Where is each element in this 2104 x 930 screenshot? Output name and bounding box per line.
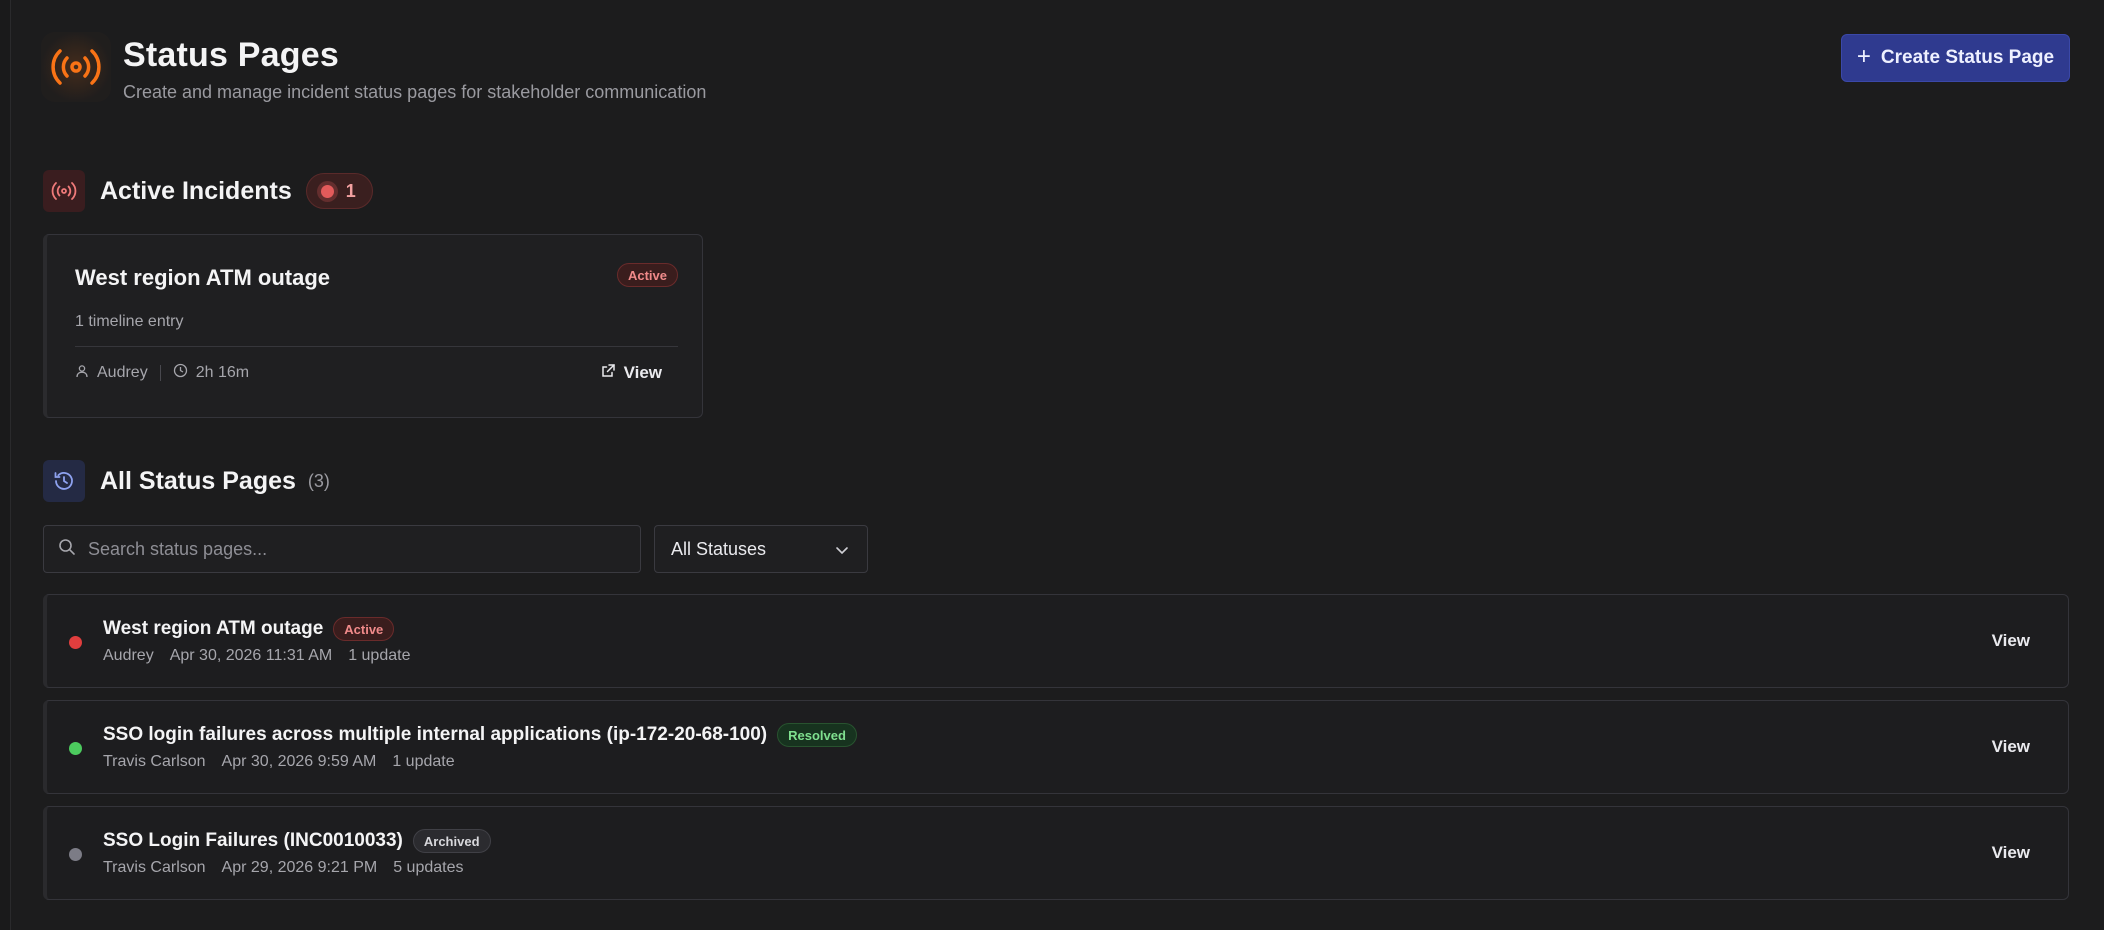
view-button[interactable]: View <box>1992 737 2030 757</box>
search-input[interactable] <box>88 538 608 560</box>
row-date: Apr 30, 2026 11:31 AM <box>169 647 333 664</box>
user-icon <box>75 364 89 383</box>
active-count: 1 <box>345 180 356 201</box>
page-subtitle: Create and manage incident status pages … <box>123 82 707 102</box>
status-badge: Active <box>333 617 395 641</box>
search-icon <box>58 538 76 561</box>
status-dot-icon <box>69 848 82 861</box>
row-owner: Travis Carlson <box>103 859 206 876</box>
status-page-row[interactable]: SSO login failures across multiple inter… <box>43 700 2069 794</box>
view-incident-link[interactable]: View <box>601 363 662 383</box>
status-dot-icon <box>69 636 82 649</box>
row-date: Apr 30, 2026 9:59 AM <box>221 753 377 770</box>
row-title-line: SSO login failures across multiple inter… <box>103 723 857 747</box>
status-dot-icon <box>69 742 82 755</box>
timeline-entries: 1 timeline entry <box>75 313 184 330</box>
status-page-row[interactable]: West region ATM outage Active Audrey Apr… <box>43 594 2069 688</box>
live-dot-icon <box>320 184 334 198</box>
active-incidents-heading: Active Incidents 1 <box>43 170 373 212</box>
row-title-line: West region ATM outage Active <box>103 617 395 641</box>
broadcast-icon <box>41 32 111 102</box>
row-updates: 1 update <box>392 753 455 770</box>
row-title: West region ATM outage <box>103 618 324 639</box>
incident-title: West region ATM outage <box>75 265 331 290</box>
row-updates: 5 updates <box>393 859 464 876</box>
page-header: Status Pages Create and manage incident … <box>11 0 2104 150</box>
incident-meta: Audrey 2h 16m <box>75 363 249 383</box>
all-status-pages-heading: All Status Pages (3) <box>43 460 330 502</box>
row-meta: Travis Carlson Apr 29, 2026 9:21 PM 5 up… <box>103 859 463 877</box>
status-badge: Archived <box>412 829 491 853</box>
history-icon <box>43 460 85 502</box>
search-box[interactable] <box>43 525 641 573</box>
incident-owner: Audrey <box>97 364 148 381</box>
row-title: SSO Login Failures (INC0010033) <box>103 830 403 851</box>
create-status-page-button[interactable]: + Create Status Page <box>1841 34 2070 82</box>
status-page-row[interactable]: SSO Login Failures (INC0010033) Archived… <box>43 806 2069 900</box>
plus-icon: + <box>1856 43 1871 70</box>
status-pages-page: Status Pages Create and manage incident … <box>10 0 2104 930</box>
broadcast-icon <box>43 170 85 212</box>
divider <box>75 346 678 347</box>
row-date: Apr 29, 2026 9:21 PM <box>221 859 378 876</box>
row-meta: Audrey Apr 30, 2026 11:31 AM 1 update <box>103 647 410 665</box>
status-filter-value: All Statuses <box>671 538 767 559</box>
active-count-badge: 1 <box>305 173 373 209</box>
external-link-icon <box>601 363 616 383</box>
create-status-page-label: Create Status Page <box>1880 47 2055 68</box>
page-title: Status Pages <box>123 36 339 74</box>
row-title: SSO login failures across multiple inter… <box>103 724 768 745</box>
section-title: Active Incidents <box>100 176 292 205</box>
clock-icon <box>173 363 188 383</box>
view-button[interactable]: View <box>1992 843 2030 863</box>
view-button[interactable]: View <box>1992 631 2030 651</box>
row-owner: Travis Carlson <box>103 753 206 770</box>
row-updates: 1 update <box>348 647 411 664</box>
row-title-line: SSO Login Failures (INC0010033) Archived <box>103 829 491 853</box>
row-meta: Travis Carlson Apr 30, 2026 9:59 AM 1 up… <box>103 753 455 771</box>
status-badge: Active <box>616 263 678 287</box>
status-filter-select[interactable]: All Statuses <box>654 525 868 573</box>
active-incident-card[interactable]: West region ATM outage Active 1 timeline… <box>43 234 703 418</box>
section-title: All Status Pages <box>100 466 296 495</box>
row-owner: Audrey <box>103 647 154 664</box>
chevron-down-icon <box>835 539 849 560</box>
incident-duration: 2h 16m <box>195 364 250 381</box>
status-badge: Resolved <box>777 723 857 747</box>
view-label: View <box>623 363 662 382</box>
pages-count: (3) <box>307 470 330 491</box>
separator <box>159 365 161 381</box>
